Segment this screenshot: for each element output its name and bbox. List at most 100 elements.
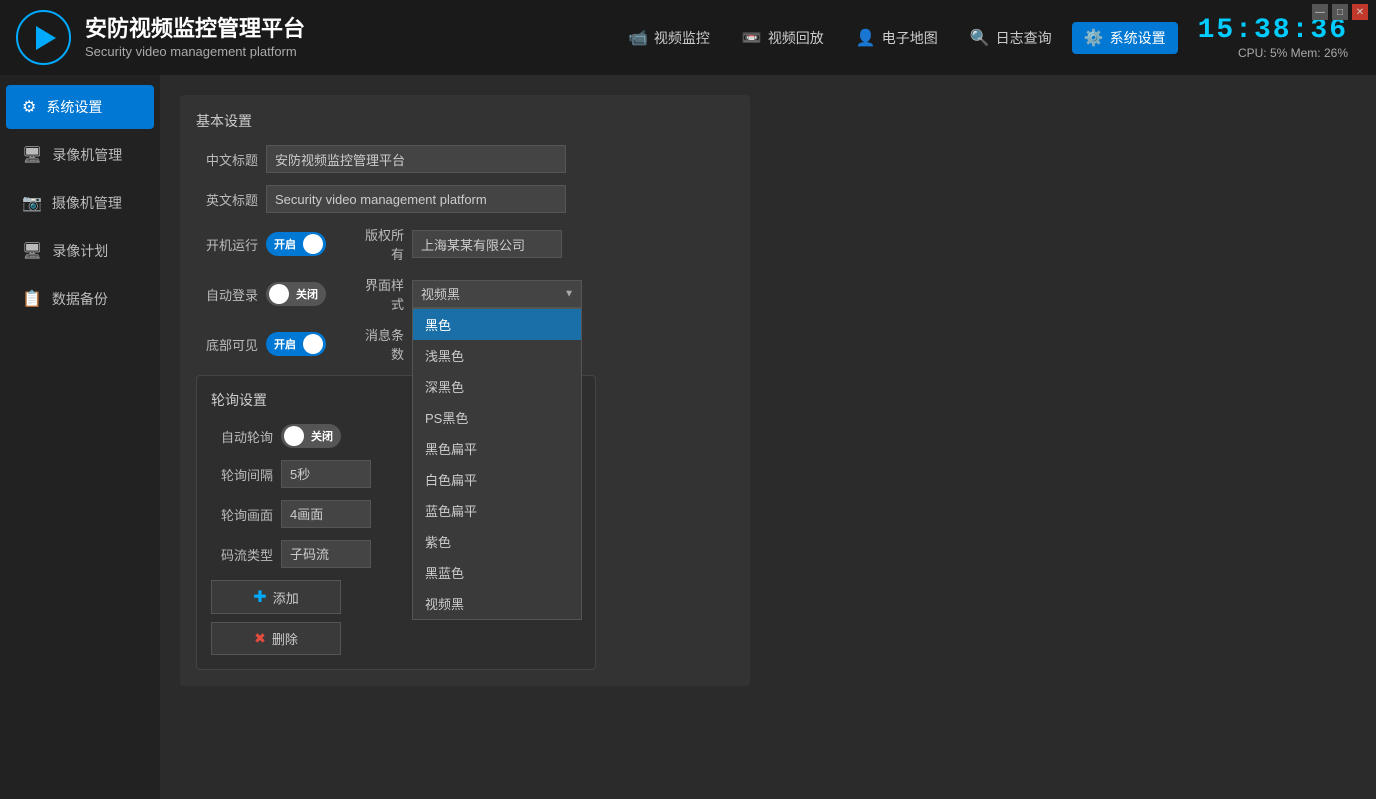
nav-electronic-map[interactable]: 👤 电子地图 xyxy=(844,22,950,54)
x-icon: ✖ xyxy=(254,630,266,647)
copyright-label: 版权所有 xyxy=(354,225,404,263)
nav-log-query[interactable]: 🔍 日志查询 xyxy=(958,22,1064,54)
nav-video-playback[interactable]: 📼 视频回放 xyxy=(730,22,836,54)
stream-type-label: 码流类型 xyxy=(211,545,273,564)
recording-plan-icon: 🖥 xyxy=(22,241,42,261)
taskbar-label: 底部可见 xyxy=(196,335,258,354)
sidebar-label-recording-plan: 录像计划 xyxy=(52,241,108,261)
nav-log-query-label: 日志查询 xyxy=(996,28,1052,48)
dropdown-item-white-flat[interactable]: 白色扁平 xyxy=(413,464,581,495)
auto-login-toggle[interactable]: 关闭 xyxy=(266,282,326,306)
nav-video-monitor-label: 视频监控 xyxy=(654,28,710,48)
sidebar-item-system-settings[interactable]: ⚙ 系统设置 xyxy=(6,85,154,129)
sidebar-item-data-backup[interactable]: 📋 数据备份 xyxy=(6,277,154,321)
electronic-map-icon: 👤 xyxy=(856,28,876,48)
sidebar-label-recorder: 录像机管理 xyxy=(52,145,122,165)
logo-play-icon xyxy=(36,26,56,50)
add-button-label: 添加 xyxy=(273,588,299,607)
startup-toggle[interactable]: 开启 xyxy=(266,232,326,256)
auto-poll-knob xyxy=(284,426,304,446)
sidebar-label-camera: 摄像机管理 xyxy=(52,193,122,213)
system-settings-nav-icon: ⚙️ xyxy=(1084,28,1104,48)
cn-title-row: 中文标题 xyxy=(196,145,734,173)
nav-system-settings[interactable]: ⚙️ 系统设置 xyxy=(1072,22,1178,54)
sidebar: ⚙ 系统设置 🖥 录像机管理 📷 摄像机管理 🖥 录像计划 📋 数据备份 xyxy=(0,75,160,799)
camera-icon: 📷 xyxy=(22,193,42,213)
poll-interval-select-wrapper: 5秒 xyxy=(281,460,371,488)
nav-buttons: 📹 视频监控 📼 视频回放 👤 电子地图 🔍 日志查询 ⚙️ 系统设置 xyxy=(616,22,1178,54)
taskbar-toggle-label: 开启 xyxy=(274,336,296,352)
dropdown-item-blue-flat[interactable]: 蓝色扁平 xyxy=(413,495,581,526)
nav-video-monitor[interactable]: 📹 视频监控 xyxy=(616,22,722,54)
poll-interval-label: 轮询间隔 xyxy=(211,465,273,484)
auto-login-row: 自动登录 关闭 界面样式 视频黑 ▼ 黑色 xyxy=(196,275,734,313)
auto-poll-toggle[interactable]: 关闭 xyxy=(281,424,341,448)
cn-title-label: 中文标题 xyxy=(196,150,258,169)
theme-select[interactable]: 视频黑 xyxy=(412,280,582,308)
poll-screens-select-wrapper: 4画面 xyxy=(281,500,371,528)
sidebar-item-camera-management[interactable]: 📷 摄像机管理 xyxy=(6,181,154,225)
app-title-block: 安防视频监控管理平台 Security video management pla… xyxy=(85,16,305,59)
video-monitor-icon: 📹 xyxy=(628,28,648,48)
app-logo xyxy=(16,10,71,65)
recorder-icon: 🖥 xyxy=(22,145,42,165)
content-area: 基本设置 中文标题 英文标题 开机运行 开启 版权所有 xyxy=(160,75,1376,799)
sidebar-label-system-settings: 系统设置 xyxy=(46,97,102,117)
sidebar-label-data-backup: 数据备份 xyxy=(52,289,108,309)
nav-video-playback-label: 视频回放 xyxy=(768,28,824,48)
dropdown-item-black-flat[interactable]: 黑色扁平 xyxy=(413,433,581,464)
auto-login-knob xyxy=(269,284,289,304)
app-title-cn: 安防视频监控管理平台 xyxy=(85,16,305,42)
dropdown-item-ps-black[interactable]: PS黑色 xyxy=(413,402,581,433)
dropdown-item-dark-black[interactable]: 深黑色 xyxy=(413,371,581,402)
auto-login-label: 自动登录 xyxy=(196,285,258,304)
copyright-input[interactable] xyxy=(412,230,562,258)
dropdown-item-purple[interactable]: 紫色 xyxy=(413,526,581,557)
close-button[interactable]: ✕ xyxy=(1352,4,1368,20)
add-button[interactable]: ✚ 添加 xyxy=(211,580,341,614)
settings-panel: 基本设置 中文标题 英文标题 开机运行 开启 版权所有 xyxy=(180,95,750,686)
dropdown-item-light-black[interactable]: 浅黑色 xyxy=(413,340,581,371)
en-title-label: 英文标题 xyxy=(196,190,258,209)
auto-poll-label: 自动轮询 xyxy=(211,427,273,446)
dropdown-item-video-black[interactable]: 视频黑 xyxy=(413,588,581,619)
poll-screens-select[interactable]: 4画面 xyxy=(281,500,371,528)
delete-button[interactable]: ✖ 删除 xyxy=(211,622,341,655)
theme-select-wrapper: 视频黑 ▼ xyxy=(412,280,582,308)
window-controls: — □ ✕ xyxy=(1312,4,1368,20)
poll-screens-label: 轮询画面 xyxy=(211,505,273,524)
maximize-button[interactable]: □ xyxy=(1332,4,1348,20)
startup-knob xyxy=(303,234,323,254)
app-title-en: Security video management platform xyxy=(85,44,305,59)
cn-title-input[interactable] xyxy=(266,145,566,173)
section-basic-title: 基本设置 xyxy=(196,111,734,131)
en-title-row: 英文标题 xyxy=(196,185,734,213)
delete-button-label: 删除 xyxy=(272,629,298,648)
taskbar-toggle[interactable]: 开启 xyxy=(266,332,326,356)
log-query-icon: 🔍 xyxy=(970,28,990,48)
nav-system-settings-label: 系统设置 xyxy=(1110,28,1166,48)
theme-dropdown[interactable]: 黑色 浅黑色 深黑色 PS黑色 黑色扁平 白色扁平 蓝色扁平 紫色 黑蓝色 视频… xyxy=(412,308,582,620)
minimize-button[interactable]: — xyxy=(1312,4,1328,20)
clock-block: 15:38:36 CPU: 5% Mem: 26% xyxy=(1198,15,1348,60)
video-playback-icon: 📼 xyxy=(742,28,762,48)
stream-type-select-wrapper: 子码流 xyxy=(281,540,371,568)
startup-row: 开机运行 开启 版权所有 xyxy=(196,225,734,263)
nav-electronic-map-label: 电子地图 xyxy=(882,28,938,48)
stream-type-select[interactable]: 子码流 xyxy=(281,540,371,568)
sidebar-item-recorder-management[interactable]: 🖥 录像机管理 xyxy=(6,133,154,177)
startup-toggle-label: 开启 xyxy=(274,236,296,252)
main-layout: ⚙ 系统设置 🖥 录像机管理 📷 摄像机管理 🖥 录像计划 📋 数据备份 基本设… xyxy=(0,75,1376,799)
data-backup-icon: 📋 xyxy=(22,289,42,309)
auto-login-toggle-label: 关闭 xyxy=(296,286,318,302)
sidebar-item-recording-plan[interactable]: 🖥 录像计划 xyxy=(6,229,154,273)
dropdown-item-black[interactable]: 黑色 xyxy=(413,309,581,340)
message-count-label: 消息条数 xyxy=(354,325,404,363)
theme-label: 界面样式 xyxy=(354,275,404,313)
en-title-input[interactable] xyxy=(266,185,566,213)
dropdown-item-dark-blue[interactable]: 黑蓝色 xyxy=(413,557,581,588)
poll-interval-select[interactable]: 5秒 xyxy=(281,460,371,488)
taskbar-knob xyxy=(303,334,323,354)
title-bar: 安防视频监控管理平台 Security video management pla… xyxy=(0,0,1376,75)
settings-icon: ⚙ xyxy=(22,97,36,117)
